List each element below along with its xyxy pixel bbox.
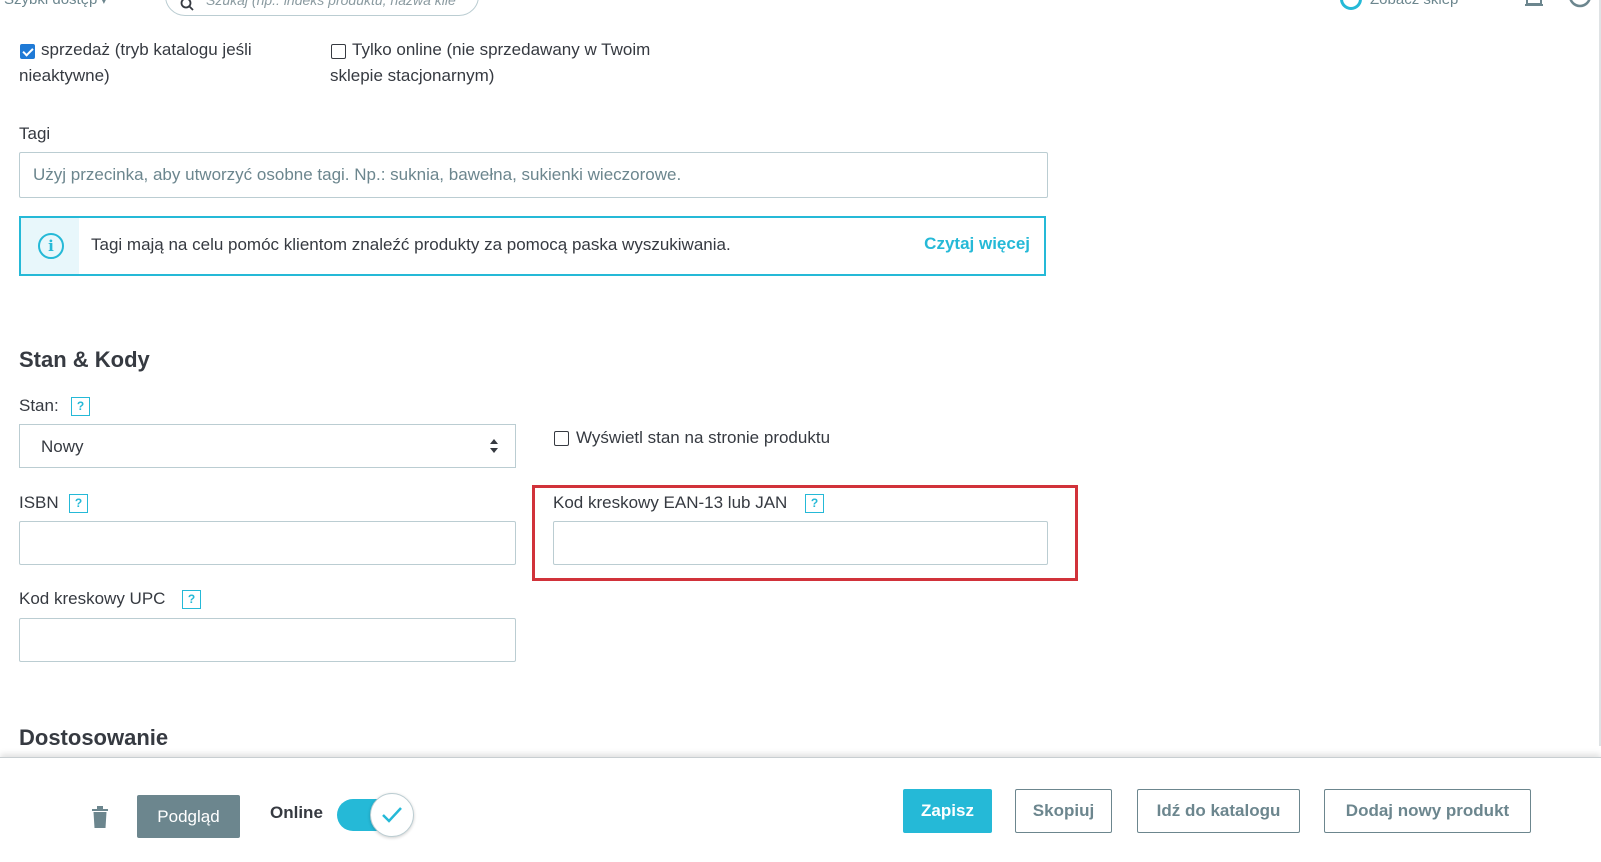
isbn-input[interactable] [19,521,516,565]
tags-label: Tagi [19,124,51,143]
read-more-link[interactable]: Czytaj więcej [924,234,1030,254]
duplicate-button[interactable]: Skopiuj [1015,789,1112,833]
sale-label-line1: sprzedaż (tryb katalogu jeśli [41,40,252,59]
condition-help-icon[interactable]: ? [71,397,90,416]
stock-codes-title: Stan & Kody [19,347,150,372]
upc-label: Kod kreskowy UPC [19,589,166,608]
isbn-help-icon[interactable]: ? [69,494,88,513]
tags-info-text: Tagi mają na celu pomóc klientom znaleźć… [91,235,731,254]
top-bar: Szybki dostęp ▾ Szukaj (np.: indeks produ… [0,0,1601,20]
info-alert-icon-panel: i [21,218,79,274]
online-toggle-knob [370,793,414,837]
isbn-label: ISBN [19,493,59,512]
view-shop-link[interactable]: Zobacz sklep [1370,0,1458,8]
condition-label: Stan: [19,396,59,415]
check-icon [382,807,402,823]
ean-input[interactable] [553,521,1048,565]
bell-icon[interactable] [1523,0,1545,8]
select-arrows-icon [490,439,498,453]
quick-access-menu[interactable]: Szybki dostęp ▾ [4,0,106,8]
info-icon: i [38,233,64,259]
show-condition-checkbox[interactable] [554,431,569,446]
tags-input[interactable]: Użyj przecinka, aby utworzyć osobne tagi… [19,152,1048,198]
online-only-label-line1: Tylko online (nie sprzedawany w Twoim [352,40,651,59]
quick-access-label: Szybki dostęp [4,0,97,8]
upc-help-icon[interactable]: ? [182,590,201,609]
tags-input-placeholder: Użyj przecinka, aby utworzyć osobne tagi… [33,165,682,184]
sale-checkbox-label[interactable]: sprzedaż (tryb katalogu jeśli nieaktywne… [19,37,252,89]
online-label: Online [270,803,323,822]
go-to-catalog-button[interactable]: Idź do katalogu [1137,789,1300,833]
ean-help-icon[interactable]: ? [805,494,824,513]
header-search-placeholder: Szukaj (np.: indeks produktu, nazwa klie [206,0,456,8]
view-shop-icon[interactable] [1340,0,1362,10]
online-only-checkbox-label[interactable]: Tylko online (nie sprzedawany w Twoim sk… [330,37,650,89]
customization-title: Dostosowanie [19,725,169,750]
condition-select-value: Nowy [41,437,84,456]
preview-button[interactable]: Podgląd [137,795,240,838]
upc-input[interactable] [19,618,516,662]
search-icon [180,0,194,11]
ean-label: Kod kreskowy EAN-13 lub JAN [553,493,788,512]
header-search-input[interactable]: Szukaj (np.: indeks produktu, nazwa klie [165,0,479,16]
condition-select[interactable]: Nowy [19,424,516,468]
caret-down-icon: ▾ [101,0,107,7]
tags-info-alert: i Tagi mają na celu pomóc klientom znale… [19,216,1046,276]
save-button[interactable]: Zapisz [903,789,992,833]
show-condition-label[interactable]: Wyświetl stan na stronie produktu [576,425,830,451]
add-new-product-button[interactable]: Dodaj nowy produkt [1324,789,1531,833]
online-toggle[interactable] [337,793,415,837]
trash-icon[interactable] [92,806,108,828]
online-only-label-line2: sklepie stacjonarnym) [330,66,495,85]
user-avatar-icon[interactable] [1566,0,1594,10]
sale-label-line2: nieaktywne) [19,66,110,85]
